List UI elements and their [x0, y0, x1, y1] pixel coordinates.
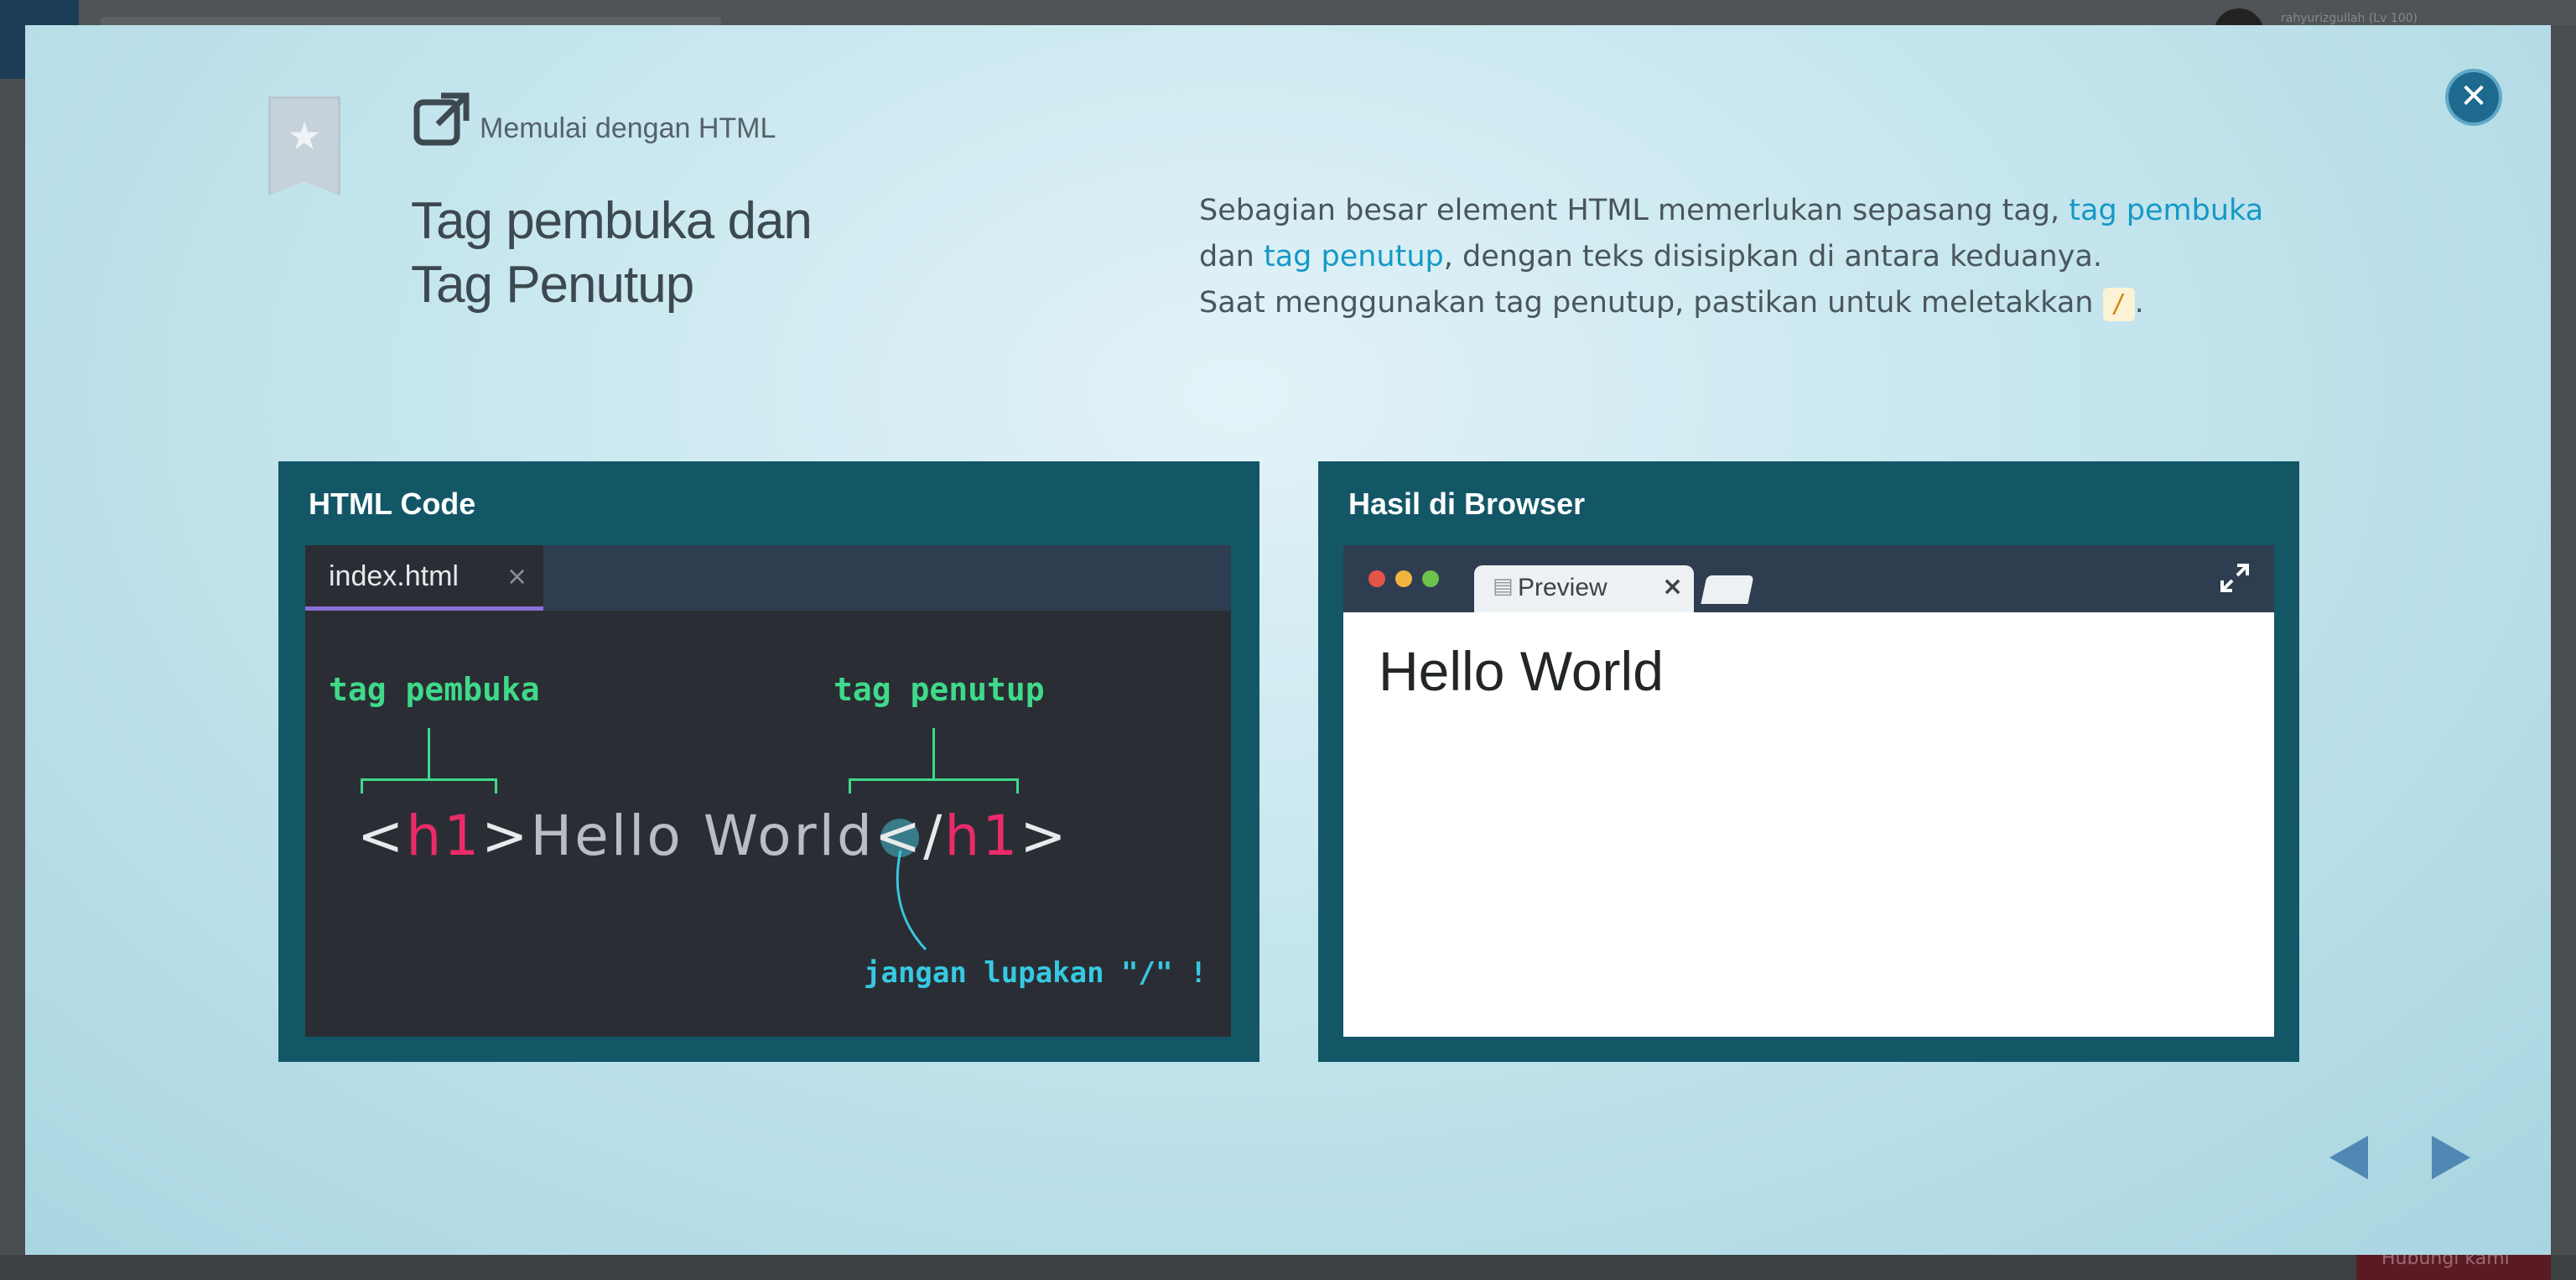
code-gt-open: >	[481, 804, 531, 868]
desc-highlight-open-tag: tag pembuka	[2069, 194, 2264, 227]
close-bracket-stem	[932, 728, 935, 778]
close-bracket-bar	[849, 778, 1019, 781]
external-link-icon[interactable]	[413, 91, 471, 149]
browser-tab-preview[interactable]: ▤ Preview ×	[1474, 565, 1694, 612]
code-text: Hello World	[530, 804, 875, 868]
close-bracket-right	[1016, 778, 1019, 793]
browser-result-panel: Hasil di Browser ▤ Preview × Hello World	[1318, 461, 2299, 1062]
label-closing-tag: tag penutup	[834, 671, 1045, 708]
preview-heading: Hello World	[1379, 640, 1664, 702]
star-icon: ★	[287, 113, 322, 159]
editor-tab-label: index.html	[329, 560, 459, 592]
open-bracket-bar	[361, 778, 497, 781]
browser-panel-title: Hasil di Browser	[1348, 487, 1586, 521]
desc-line3-text: Saat menggunakan tag penutup, pastikan u…	[1199, 286, 2103, 320]
code-lt-close: <	[874, 804, 924, 868]
code-lt-open: <	[357, 804, 407, 868]
desc-line3-end: .	[2134, 286, 2144, 320]
open-bracket-left	[361, 778, 363, 793]
desc-line2-text: dan	[1199, 240, 1264, 273]
lesson-title: Tag pembuka dan Tag Penutup	[411, 190, 880, 317]
window-minimize-dot-icon	[1395, 570, 1412, 587]
lesson-subtitle: Memulai dengan HTML	[480, 112, 776, 144]
code-tag-close: h1	[944, 804, 1021, 868]
code-line-h1: <h1>Hello World</h1>	[357, 804, 1069, 868]
browser-tab-label: Preview	[1518, 574, 1607, 601]
window-maximize-dot-icon	[1422, 570, 1439, 587]
document-icon: ▤	[1493, 574, 1514, 599]
code-gt-close: >	[1020, 804, 1069, 868]
editor-tab-close-icon[interactable]: ×	[506, 562, 527, 591]
lesson-description: Sebagian besar element HTML memerlukan s…	[1199, 188, 2340, 326]
code-slash: /	[923, 804, 945, 868]
bookmark-button[interactable]: ★	[268, 96, 340, 195]
desc-highlight-close-tag: tag penutup	[1263, 240, 1444, 273]
desc-slash-code: /	[2102, 288, 2135, 321]
label-opening-tag: tag pembuka	[329, 671, 540, 708]
lesson-modal: ★ Memulai dengan HTML Tag pembuka dan Ta…	[25, 25, 2551, 1255]
open-bracket-right	[495, 778, 497, 793]
desc-line1-text: Sebagian besar element HTML memerlukan s…	[1199, 194, 2070, 227]
browser-window: ▤ Preview × Hello World	[1343, 545, 2274, 1037]
new-tab-button[interactable]	[1701, 575, 1754, 604]
code-panel-title: HTML Code	[309, 487, 476, 521]
code-editor: index.html × tag pembuka tag penutup <h1…	[305, 545, 1231, 1037]
lesson-title-line2: Tag Penutup	[411, 256, 694, 314]
desc-line2-rest: , dengan teks disisipkan di antara kedua…	[1443, 240, 2102, 273]
open-bracket-stem	[428, 728, 430, 778]
window-close-dot-icon	[1368, 570, 1385, 587]
code-tag-open: h1	[406, 804, 482, 868]
editor-tab-index[interactable]: index.html ×	[305, 545, 543, 611]
triangle-left-icon[interactable]	[2329, 1136, 2368, 1179]
html-code-panel: HTML Code index.html × tag pembuka tag p…	[278, 461, 1259, 1062]
close-button[interactable]: ✕	[2449, 72, 2499, 122]
background-bottombar	[0, 1255, 2576, 1280]
lesson-title-line1: Tag pembuka dan	[411, 192, 813, 250]
triangle-right-icon[interactable]	[2432, 1136, 2470, 1179]
background-user-label: rahyurizgullah (Lv 100)	[2281, 12, 2418, 25]
expand-icon[interactable]	[2220, 564, 2249, 592]
close-icon: ✕	[2459, 77, 2488, 116]
reminder-label: jangan lupakan "/" !	[864, 956, 1208, 990]
close-bracket-left	[849, 778, 851, 793]
browser-tab-close-icon[interactable]: ×	[1662, 572, 1683, 601]
